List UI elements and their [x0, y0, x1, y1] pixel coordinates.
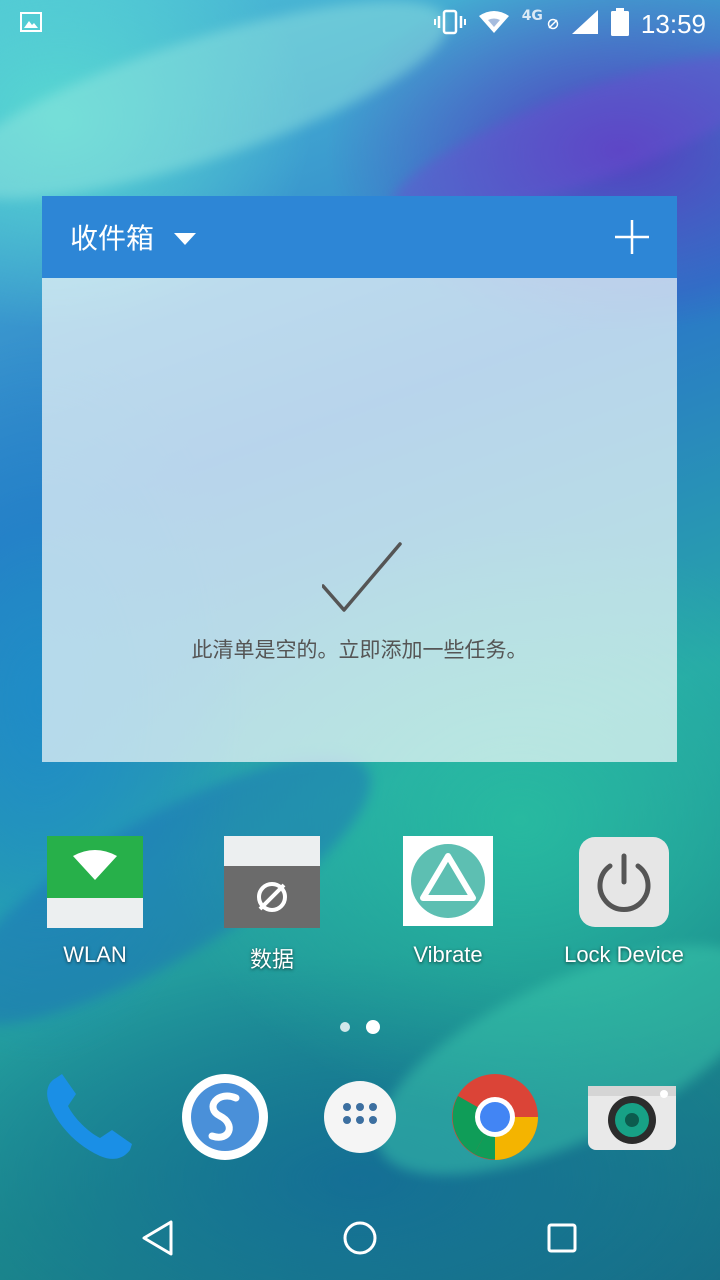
app-lock-device[interactable]: Lock Device [544, 836, 704, 968]
page-indicator [340, 1020, 380, 1034]
plus-icon [615, 220, 649, 254]
wifi-toggle-icon [47, 836, 143, 928]
app-wlan[interactable]: WLAN [15, 836, 175, 968]
widget-body[interactable]: 此清单是空的。立即添加一些任务。 [42, 278, 677, 762]
recents-icon[interactable] [538, 1214, 586, 1262]
app-drawer-icon[interactable] [315, 1072, 405, 1162]
status-bar: 4G 13:59 [0, 0, 720, 48]
list-title[interactable]: 收件箱 [70, 217, 154, 257]
add-task-button[interactable] [615, 220, 649, 254]
empty-list-message: 此清单是空的。立即添加一些任务。 [191, 638, 528, 662]
app-data[interactable]: 数据 [192, 836, 352, 974]
dropdown-arrow-icon[interactable] [174, 230, 197, 249]
clock: 13:59 [640, 8, 706, 39]
app-label: 数据 [249, 947, 294, 972]
network-type-label: 4G [521, 8, 543, 24]
vibrate-icon [433, 9, 466, 39]
checkmark-icon [321, 542, 402, 618]
chrome-icon[interactable] [450, 1072, 540, 1162]
no-data-icon [547, 15, 559, 34]
app-vibrate[interactable]: Vibrate [368, 836, 528, 968]
home-icon[interactable] [336, 1214, 384, 1262]
wifi-icon [478, 10, 510, 38]
widget-header: 收件箱 [42, 196, 677, 278]
image-notification-icon [20, 12, 42, 36]
tasks-widget: 收件箱 此清单是空的。立即添加一些任务。 [42, 196, 677, 762]
app-label: Lock Device [564, 942, 684, 967]
app-label: Vibrate [413, 942, 483, 967]
triangle-icon [403, 836, 493, 926]
simplenote-icon[interactable] [180, 1072, 270, 1162]
page-dot-active [366, 1020, 380, 1034]
battery-icon [610, 8, 629, 40]
page-dot [340, 1022, 350, 1032]
phone-icon[interactable] [42, 1072, 132, 1162]
back-icon[interactable] [134, 1214, 182, 1262]
camera-icon[interactable] [586, 1072, 676, 1162]
signal-icon [571, 9, 599, 39]
app-label: WLAN [63, 942, 127, 967]
power-icon [578, 836, 670, 928]
navigation-bar [0, 1196, 720, 1280]
mobile-data-off-icon [224, 836, 320, 928]
